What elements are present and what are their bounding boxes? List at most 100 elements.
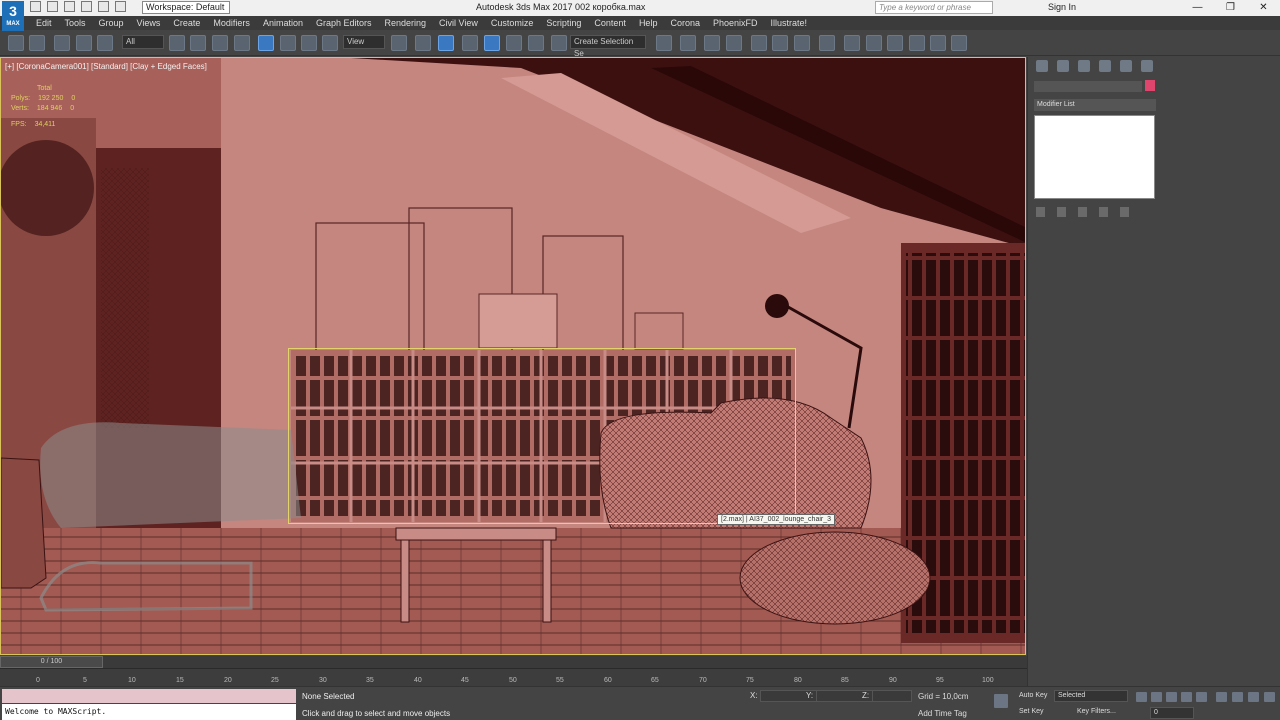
- configure-modifier-sets-icon[interactable]: [1120, 207, 1129, 217]
- menu-help[interactable]: Help: [639, 16, 658, 30]
- previous-frame-icon[interactable]: [1151, 692, 1162, 702]
- minimize-button[interactable]: —: [1181, 0, 1214, 16]
- auto-key-button[interactable]: Auto Key: [1016, 690, 1050, 702]
- utilities-tab-icon[interactable]: [1141, 60, 1153, 72]
- maxscript-listener-input[interactable]: [2, 689, 296, 703]
- menu-create[interactable]: Create: [173, 16, 200, 30]
- menu-views[interactable]: Views: [137, 16, 161, 30]
- mirror-icon[interactable]: [656, 35, 672, 51]
- modify-tab-icon[interactable]: [1057, 60, 1069, 72]
- select-object-icon[interactable]: [169, 35, 185, 51]
- material-editor-icon[interactable]: [819, 35, 835, 51]
- current-frame-field[interactable]: 0: [1150, 707, 1194, 719]
- play-icon[interactable]: [1166, 692, 1177, 702]
- object-name-field[interactable]: [1034, 81, 1142, 92]
- unlink-icon[interactable]: [76, 35, 92, 51]
- create-tab-icon[interactable]: [1036, 60, 1048, 72]
- menu-civil-view[interactable]: Civil View: [439, 16, 478, 30]
- menu-corona[interactable]: Corona: [670, 16, 700, 30]
- add-time-tag-button[interactable]: Add Time Tag: [918, 709, 967, 718]
- hierarchy-tab-icon[interactable]: [1078, 60, 1090, 72]
- menu-content[interactable]: Content: [594, 16, 626, 30]
- maximize-viewport-icon[interactable]: [1264, 692, 1275, 702]
- undo-icon[interactable]: [8, 35, 24, 51]
- schematic-view-icon[interactable]: [794, 35, 810, 51]
- set-keys-icon[interactable]: [994, 694, 1008, 708]
- redo-icon[interactable]: [29, 35, 45, 51]
- layer-explorer-icon[interactable]: [726, 35, 742, 51]
- key-filters-button[interactable]: Key Filters...: [1074, 706, 1119, 718]
- time-slider-thumb[interactable]: 0 / 100: [0, 656, 103, 668]
- remove-modifier-icon[interactable]: [1099, 207, 1108, 217]
- select-move-icon[interactable]: [258, 35, 274, 51]
- link-icon[interactable]: [54, 35, 70, 51]
- key-mode-dropdown[interactable]: Selected: [1054, 690, 1128, 702]
- maxscript-mini-listener[interactable]: Welcome to MAXScript.: [2, 704, 296, 720]
- new-file-icon[interactable]: [30, 1, 41, 12]
- project-folder-icon[interactable]: [115, 1, 126, 12]
- show-end-result-icon[interactable]: [1057, 207, 1066, 217]
- named-selection-set-dropdown[interactable]: Create Selection Se: [570, 35, 646, 58]
- pan-view-icon[interactable]: [1232, 692, 1243, 702]
- menu-animation[interactable]: Animation: [263, 16, 303, 30]
- keyboard-shortcut-override-icon[interactable]: [438, 35, 454, 51]
- menu-graph-editors[interactable]: Graph Editors: [316, 16, 372, 30]
- z-coord-field[interactable]: [872, 690, 912, 702]
- search-input[interactable]: Type a keyword or phrase: [875, 1, 993, 14]
- go-to-start-icon[interactable]: [1136, 692, 1147, 702]
- menu-scripting[interactable]: Scripting: [546, 16, 581, 30]
- close-button[interactable]: ✕: [1247, 0, 1280, 16]
- zoom-extents-icon[interactable]: [1216, 692, 1227, 702]
- menu-phoenixfd[interactable]: PhoenixFD: [713, 16, 758, 30]
- next-frame-icon[interactable]: [1181, 692, 1192, 702]
- render-iterative-icon[interactable]: [909, 35, 925, 51]
- select-manipulate-icon[interactable]: [415, 35, 431, 51]
- open-file-icon[interactable]: [47, 1, 58, 12]
- modifier-list-dropdown[interactable]: Modifier List: [1034, 99, 1156, 111]
- snaps-toggle-icon[interactable]: [462, 35, 478, 51]
- render-production-icon[interactable]: [887, 35, 903, 51]
- time-slider[interactable]: 0 / 100: [0, 656, 1027, 668]
- menu-tools[interactable]: Tools: [65, 16, 86, 30]
- select-scale-icon[interactable]: [301, 35, 317, 51]
- render-setup-icon[interactable]: [844, 35, 860, 51]
- undo-icon[interactable]: [81, 1, 92, 12]
- select-by-name-icon[interactable]: [190, 35, 206, 51]
- toggle-scene-explorer-icon[interactable]: [951, 35, 967, 51]
- align-icon[interactable]: [680, 35, 696, 51]
- redo-icon[interactable]: [98, 1, 109, 12]
- menu-edit[interactable]: Edit: [36, 16, 52, 30]
- go-to-end-icon[interactable]: [1196, 692, 1207, 702]
- render-in-cloud-icon[interactable]: [930, 35, 946, 51]
- save-file-icon[interactable]: [64, 1, 75, 12]
- track-bar[interactable]: 0 5 10 15 20 25 30 35 40 45 50 55 60 65 …: [0, 668, 1027, 686]
- curve-editor-icon[interactable]: [772, 35, 788, 51]
- menu-modifiers[interactable]: Modifiers: [213, 16, 250, 30]
- select-rotate-icon[interactable]: [280, 35, 296, 51]
- selection-region-icon[interactable]: [212, 35, 228, 51]
- selection-filter-dropdown[interactable]: All: [122, 35, 164, 49]
- scene-explorer-icon[interactable]: [704, 35, 720, 51]
- menu-illustrate[interactable]: Illustrate!: [771, 16, 808, 30]
- pivot-center-icon[interactable]: [391, 35, 407, 51]
- motion-tab-icon[interactable]: [1099, 60, 1111, 72]
- menu-rendering[interactable]: Rendering: [385, 16, 427, 30]
- window-crossing-icon[interactable]: [234, 35, 250, 51]
- app-logo[interactable]: 3 MAX: [2, 1, 24, 31]
- viewport-label[interactable]: [+] [CoronaCamera001] [Standard] [Clay +…: [5, 62, 207, 71]
- menu-customize[interactable]: Customize: [491, 16, 534, 30]
- set-key-button[interactable]: Set Key: [1016, 706, 1047, 718]
- pin-stack-icon[interactable]: [1036, 207, 1045, 217]
- spinner-snap-icon[interactable]: [528, 35, 544, 51]
- orbit-icon[interactable]: [1248, 692, 1259, 702]
- workspace-dropdown[interactable]: Workspace: Default: [142, 1, 230, 14]
- menu-group[interactable]: Group: [99, 16, 124, 30]
- object-color-swatch[interactable]: [1145, 80, 1155, 91]
- percent-snap-icon[interactable]: [506, 35, 522, 51]
- angle-snap-icon[interactable]: [484, 35, 500, 51]
- display-tab-icon[interactable]: [1120, 60, 1132, 72]
- rendered-frame-window-icon[interactable]: [866, 35, 882, 51]
- modifier-stack[interactable]: [1034, 115, 1155, 199]
- edit-named-selection-icon[interactable]: [551, 35, 567, 51]
- restore-button[interactable]: ❐: [1214, 0, 1247, 16]
